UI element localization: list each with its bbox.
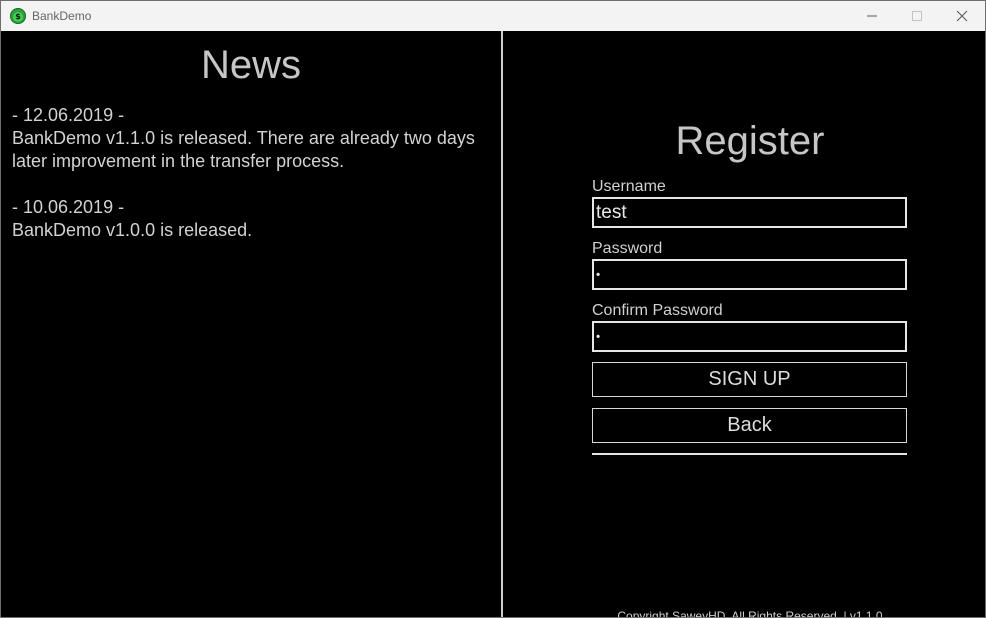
news-panel: News - 12.06.2019 - BankDemo v1.1.0 is r…: [1, 31, 501, 617]
window-title: BankDemo: [32, 9, 92, 23]
register-panel: Register Username test Password • Confir…: [503, 31, 985, 618]
title-bar[interactable]: $ BankDemo: [1, 1, 985, 31]
news-list: - 12.06.2019 - BankDemo v1.1.0 is releas…: [12, 104, 482, 265]
news-date: - 10.06.2019 -: [12, 197, 125, 217]
maximize-icon: [912, 11, 922, 21]
back-button[interactable]: Back: [592, 408, 907, 443]
username-label: Username: [592, 178, 666, 195]
register-title: Register: [675, 119, 825, 163]
news-heading: News: [200, 43, 302, 87]
form-underline: [592, 453, 907, 455]
confirm-password-field[interactable]: •: [592, 321, 907, 352]
maximize-button[interactable]: [894, 1, 940, 31]
password-label: Password: [592, 240, 663, 257]
confirm-password-mask: •: [596, 329, 601, 344]
minimize-icon: [867, 15, 877, 17]
confirm-password-label: Confirm Password: [592, 302, 723, 319]
app-window: $ BankDemo News - 12.06.2019 - BankDemo …: [0, 0, 986, 618]
password-mask: •: [596, 267, 601, 282]
dollar-coin-icon: $: [10, 8, 26, 24]
news-item: - 12.06.2019 - BankDemo v1.1.0 is releas…: [12, 104, 482, 173]
news-text: BankDemo v1.0.0 is released.: [12, 220, 253, 240]
news-item: - 10.06.2019 - BankDemo v1.0.0 is releas…: [12, 196, 482, 242]
news-text: BankDemo v1.1.0 is released. There are a…: [12, 128, 475, 171]
close-button[interactable]: [939, 1, 985, 31]
signup-button[interactable]: SIGN UP: [592, 362, 907, 397]
news-date: - 12.06.2019 -: [12, 105, 125, 125]
footer-copyright: Copyright SaweyHD, All Rights Reserved, …: [617, 609, 883, 618]
minimize-button[interactable]: [849, 1, 895, 31]
close-icon: [956, 10, 968, 22]
password-field[interactable]: •: [592, 259, 907, 290]
username-field[interactable]: test: [592, 197, 907, 228]
